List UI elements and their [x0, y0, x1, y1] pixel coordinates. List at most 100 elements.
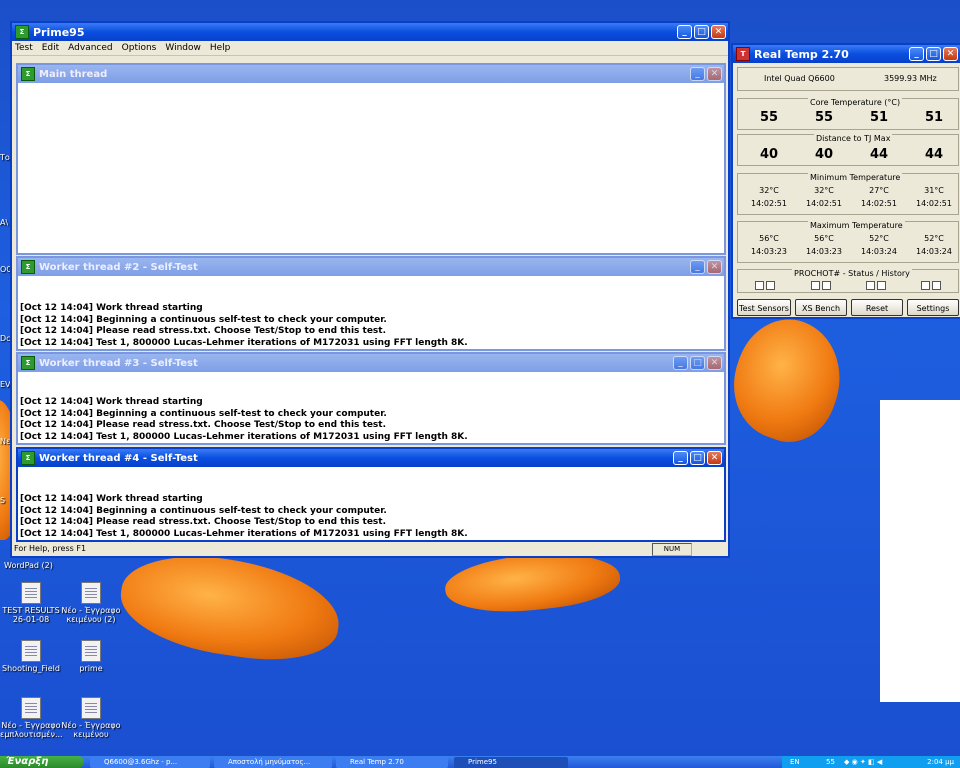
desktop-icon-test-results[interactable]: TEST RESULTS 26-01-08	[0, 582, 62, 624]
menu-help[interactable]: Help	[210, 41, 231, 55]
core-temp-value: 51	[924, 110, 944, 125]
prochot-box: PROCHOT# - Status / History	[737, 269, 959, 293]
settings-button[interactable]: Settings	[907, 299, 959, 316]
word-doc-icon	[21, 697, 41, 719]
core-temp-value: 51	[869, 110, 889, 125]
log-line: [Oct 12 14:04] Beginning a continuous se…	[20, 314, 387, 325]
desktop-icon-label: Shooting_Field	[2, 664, 60, 673]
log-line: [Oct 12 14:04] Please read stress.txt. C…	[20, 420, 387, 430]
reset-button[interactable]: Reset	[851, 299, 903, 316]
main-thread-window[interactable]: Σ Main thread _ ✕	[16, 63, 726, 255]
minimize-button[interactable]: _	[690, 67, 705, 81]
min-temp-box: Minimum Temperature 32°C 32°C 27°C 31°C …	[737, 173, 959, 215]
minimize-button[interactable]: _	[673, 356, 688, 370]
maximize-button[interactable]: □	[694, 25, 709, 39]
worker-thread-3-window[interactable]: Σ Worker thread #3 - Self-Test _ □ ✕ [Oc…	[16, 352, 726, 445]
cpu-frequency: 3599.93 MHz	[884, 74, 937, 83]
close-button[interactable]: ✕	[707, 260, 722, 274]
taskbar-item-browser[interactable]: Q6600@3.6Ghz - p...	[90, 757, 210, 768]
prime95-window: Σ Prime95 _ □ ✕ Test Edit Advanced Optio…	[10, 21, 730, 558]
menu-test[interactable]: Test	[15, 41, 33, 55]
core-temp-value: 55	[759, 110, 779, 125]
minimize-button[interactable]: _	[690, 260, 705, 274]
prime95-app-icon: Σ	[21, 451, 35, 465]
taskbar-item-prime95[interactable]: Prime95	[454, 757, 568, 768]
worker-thread-2-window[interactable]: Σ Worker thread #2 - Self-Test _ ✕ [Oct …	[16, 256, 726, 351]
desktop-icon-prime[interactable]: prime	[60, 640, 122, 673]
prime95-app-icon: Σ	[21, 67, 35, 81]
child-title: Main thread	[39, 68, 108, 80]
clipped-label: Νε	[0, 437, 11, 446]
min-temp-label: Minimum Temperature	[808, 173, 903, 182]
maximize-button[interactable]: □	[690, 451, 705, 465]
window-title: Prime95	[33, 25, 85, 39]
close-button[interactable]: ✕	[707, 356, 722, 370]
prime95-app-icon: Σ	[21, 260, 35, 274]
minimize-button[interactable]: _	[673, 451, 688, 465]
menu-options[interactable]: Options	[122, 41, 157, 55]
taskbar-item-realtemp[interactable]: Real Temp 2.70	[336, 757, 448, 768]
xs-bench-button[interactable]: XS Bench	[795, 299, 847, 316]
close-button[interactable]: ✕	[707, 67, 722, 81]
spreadsheet-icon	[21, 582, 41, 604]
desktop-icon-text-doc[interactable]: Νέο - Έγγραφο κειμένου	[60, 697, 122, 739]
fish-graphic	[717, 305, 858, 455]
taskbar-item-message[interactable]: Αποστολή μηνύματος...	[214, 757, 332, 768]
desktop-icon-label: Νέο - Έγγραφο κειμένου (2)	[61, 606, 121, 624]
tray-icons: ◆ ◉ ✦ ◧ ◀	[844, 758, 883, 766]
minimize-button[interactable]: _	[677, 25, 692, 39]
log-line: [Oct 12 14:04] Test 1, 800000 Lucas-Lehm…	[20, 431, 468, 442]
menu-edit[interactable]: Edit	[42, 41, 59, 55]
core-temp-label: Core Temperature (°C)	[808, 98, 903, 107]
tray-temp-readout[interactable]: 55	[826, 756, 835, 768]
max-temp-value: 52°C	[924, 234, 944, 243]
close-button[interactable]: ✕	[943, 47, 958, 61]
min-temp-value: 27°C	[869, 186, 889, 195]
log-line: [Oct 12 14:04] Beginning a continuous se…	[20, 408, 387, 419]
menu-window[interactable]: Window	[165, 41, 201, 55]
cpu-info-box: Intel Quad Q6600 3599.93 MHz	[737, 67, 959, 91]
max-temp-time: 14:03:24	[916, 247, 952, 256]
close-button[interactable]: ✕	[707, 451, 722, 465]
prochot-indicators-core2	[865, 281, 887, 292]
status-bar: For Help, press F1 NUM	[12, 542, 728, 556]
max-temp-time: 14:03:24	[861, 247, 897, 256]
log-line: [Oct 12 14:04] Please read stress.txt. C…	[20, 326, 387, 336]
maximize-button[interactable]: □	[926, 47, 941, 61]
prochot-label: PROCHOT# - Status / History	[792, 269, 912, 278]
distance-value: 40	[814, 147, 834, 162]
maximize-button[interactable]: □	[690, 356, 705, 370]
core-temp-box: Core Temperature (°C) 55 55 51 51	[737, 98, 959, 130]
desktop-icon-text-doc-2[interactable]: Νέο - Έγγραφο κειμένου (2)	[60, 582, 122, 624]
prochot-indicators-core0	[754, 281, 776, 292]
text-file-icon	[81, 582, 101, 604]
max-temp-time: 14:03:23	[806, 247, 842, 256]
realtemp-titlebar[interactable]: T Real Temp 2.70 _ □ ✕	[733, 45, 960, 63]
log-line: [Oct 12 14:04] Beginning a continuous se…	[20, 505, 387, 516]
min-temp-value: 32°C	[759, 186, 779, 195]
window-title: Real Temp 2.70	[754, 47, 849, 61]
log-line: [Oct 12 14:04] Work thread starting	[20, 303, 203, 313]
prime95-titlebar[interactable]: Σ Prime95 _ □ ✕	[12, 23, 728, 41]
clipped-label: Dc	[0, 334, 11, 343]
minimize-button[interactable]: _	[909, 47, 924, 61]
menu-advanced[interactable]: Advanced	[68, 41, 112, 55]
wordpad-label[interactable]: WordPad (2)	[4, 561, 53, 570]
clock[interactable]: 2:04 μμ	[927, 756, 954, 768]
blank-panel	[880, 400, 960, 702]
distance-box: Distance to TJ Max 40 40 44 44	[737, 134, 959, 166]
clipped-label: Α\	[0, 218, 9, 227]
desktop-icon-rich-doc[interactable]: Νέο - Έγγραφο εμπλουτισμέν...	[0, 697, 63, 739]
num-lock-indicator: NUM	[652, 543, 692, 556]
start-button[interactable]: Έναρξη	[0, 756, 84, 768]
min-temp-value: 31°C	[924, 186, 944, 195]
test-sensors-button[interactable]: Test Sensors	[737, 299, 791, 316]
thermometer-icon: T	[736, 47, 750, 61]
worker-thread-4-window[interactable]: Σ Worker thread #4 - Self-Test _ □ ✕ [Oc…	[16, 447, 726, 542]
language-indicator[interactable]: EN	[790, 756, 800, 768]
close-button[interactable]: ✕	[711, 25, 726, 39]
desktop-icon-label: prime	[79, 664, 103, 673]
distance-label: Distance to TJ Max	[814, 134, 893, 143]
log-line: [Oct 12 14:04] Work thread starting	[20, 397, 203, 407]
desktop-icon-shooting-field[interactable]: Shooting_Field	[0, 640, 62, 673]
